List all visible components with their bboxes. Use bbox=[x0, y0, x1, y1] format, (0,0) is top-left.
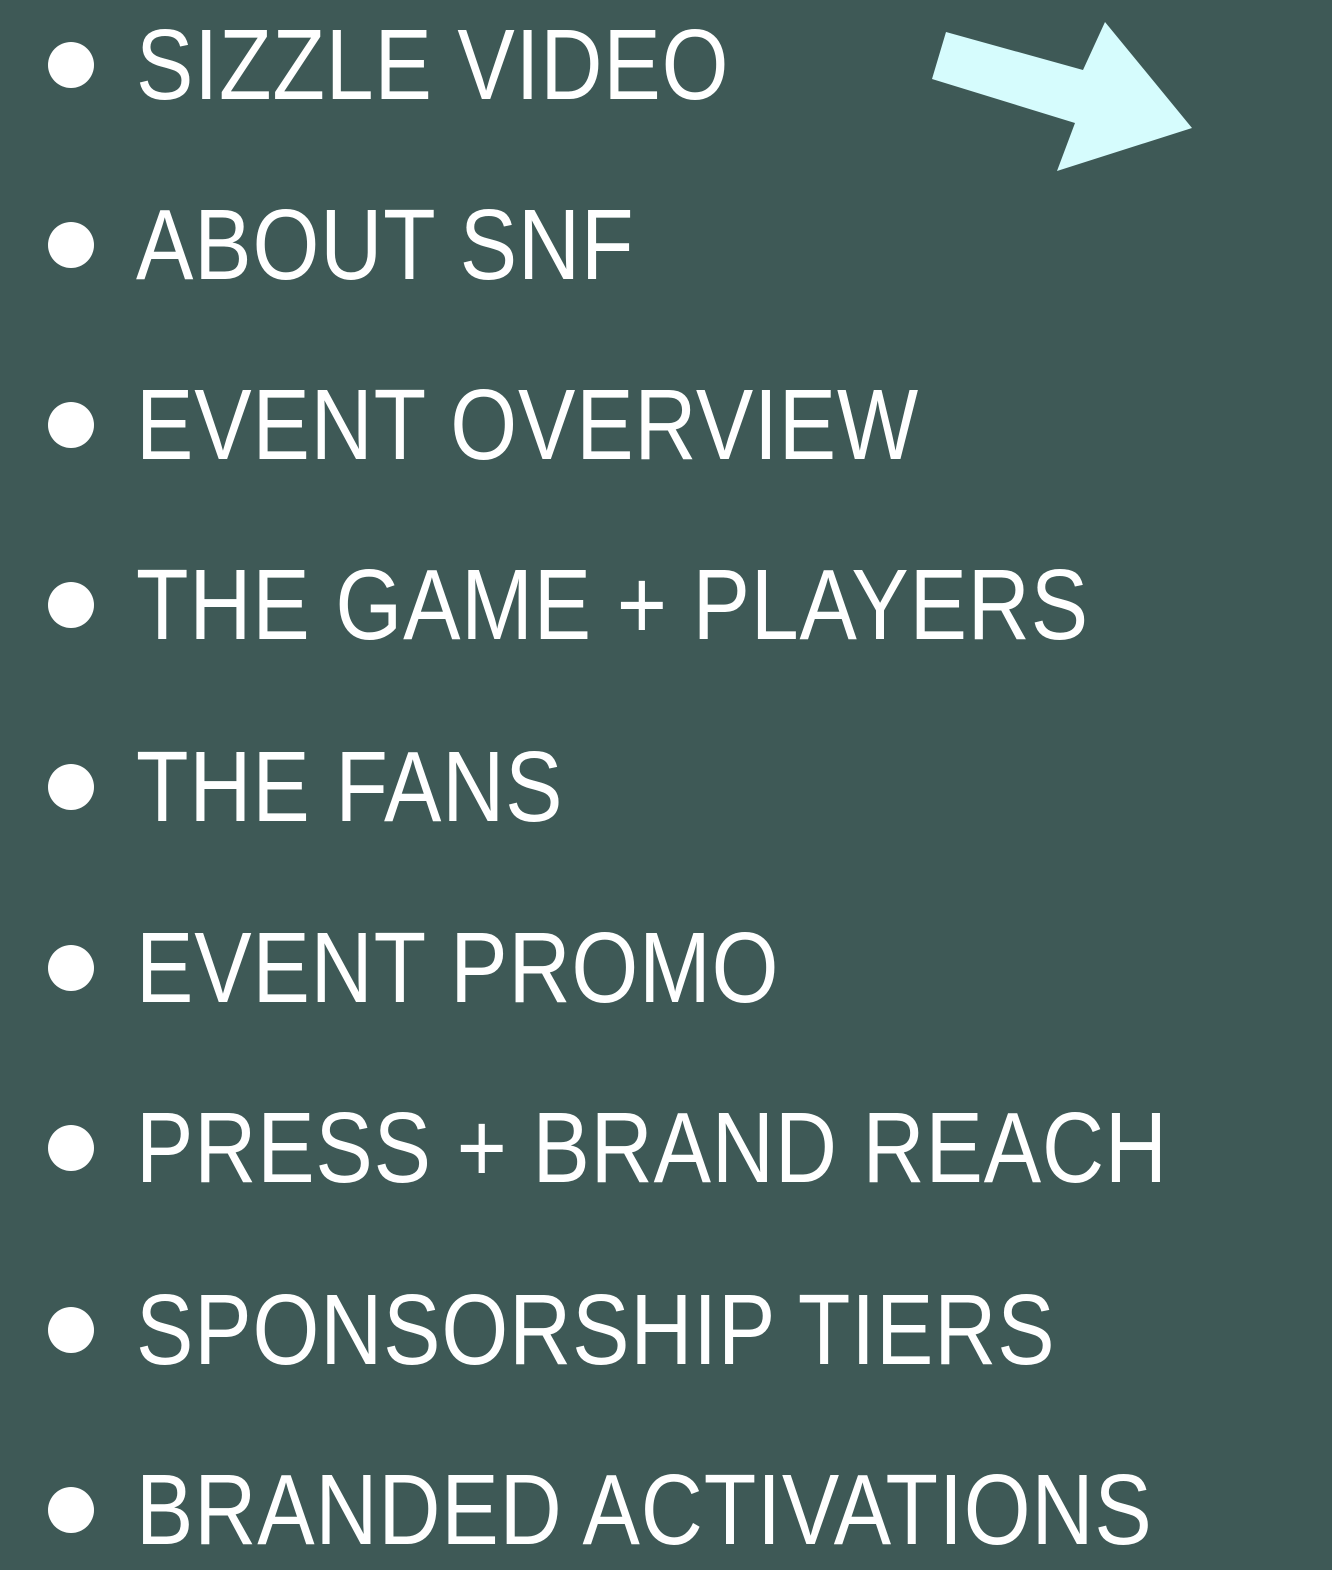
bullet-icon bbox=[48, 764, 94, 810]
bullet-icon bbox=[48, 582, 94, 628]
menu-item-label: BRANDED ACTIVATIONS bbox=[136, 1454, 1153, 1566]
menu-item-label: PRESS + BRAND REACH bbox=[136, 1092, 1168, 1204]
menu-item-sponsorship-tiers[interactable]: SPONSORSHIP TIERS bbox=[48, 1270, 1205, 1390]
menu-item-label: THE FANS bbox=[136, 731, 564, 843]
menu-item-event-overview[interactable]: EVENT OVERVIEW bbox=[48, 365, 1047, 485]
bullet-icon bbox=[48, 222, 94, 268]
menu-item-the-fans[interactable]: THE FANS bbox=[48, 727, 633, 847]
bullet-icon bbox=[48, 1307, 94, 1353]
menu-item-the-game-players[interactable]: THE GAME + PLAYERS bbox=[48, 545, 1244, 665]
bullet-icon bbox=[48, 402, 94, 448]
bullet-icon bbox=[48, 1125, 94, 1171]
navigation-menu: SIZZLE VIDEO ABOUT SNF EVENT OVERVIEW TH… bbox=[0, 0, 1332, 1560]
bullet-icon bbox=[48, 42, 94, 88]
menu-item-event-promo[interactable]: EVENT PROMO bbox=[48, 908, 884, 1028]
menu-item-about-snf[interactable]: ABOUT SNF bbox=[48, 185, 715, 305]
menu-item-label: SPONSORSHIP TIERS bbox=[136, 1274, 1056, 1386]
bullet-icon bbox=[48, 1487, 94, 1533]
menu-item-label: ABOUT SNF bbox=[136, 189, 635, 301]
arrow-right-down-icon bbox=[932, 22, 1192, 171]
menu-item-label: EVENT OVERVIEW bbox=[136, 369, 920, 481]
menu-item-label: THE GAME + PLAYERS bbox=[136, 549, 1090, 661]
menu-item-label: SIZZLE VIDEO bbox=[136, 9, 730, 121]
menu-item-sizzle-video[interactable]: SIZZLE VIDEO bbox=[48, 5, 826, 125]
menu-item-label: EVENT PROMO bbox=[136, 912, 780, 1024]
menu-item-press-brand-reach[interactable]: PRESS + BRAND REACH bbox=[48, 1088, 1332, 1208]
menu-item-branded-activations[interactable]: BRANDED ACTIVATIONS bbox=[48, 1450, 1318, 1570]
bullet-icon bbox=[48, 945, 94, 991]
